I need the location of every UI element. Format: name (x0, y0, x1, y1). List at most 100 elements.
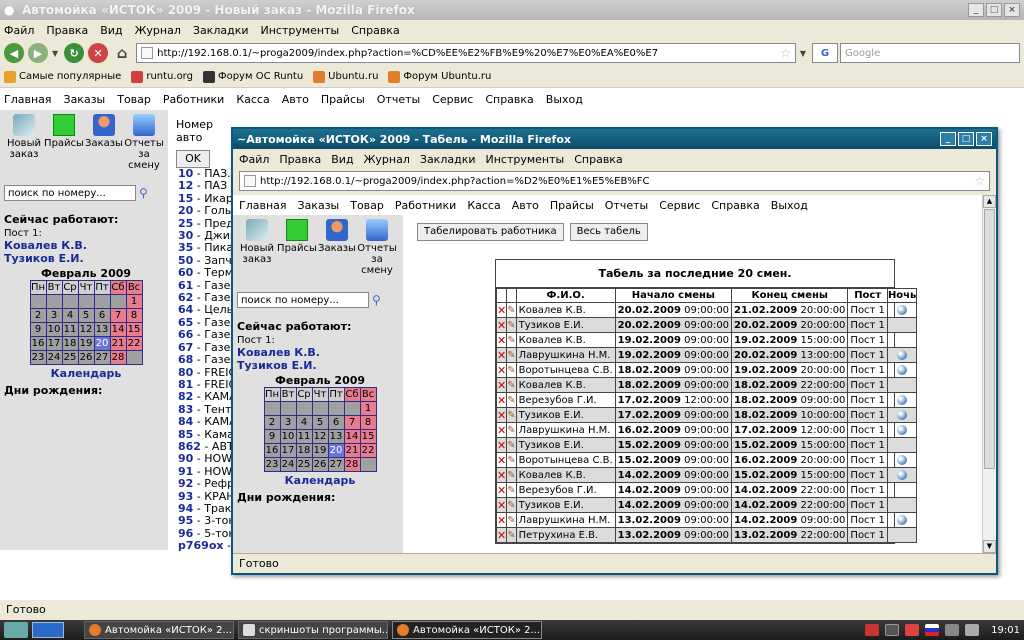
tabel-worker-button[interactable]: Табелировать работника (417, 223, 564, 241)
calendar-day[interactable]: 15 (125, 322, 143, 337)
calendar-day[interactable]: 6 (327, 415, 345, 430)
taskbar-item[interactable]: Автомойка «ИСТОК» 2... (392, 621, 542, 639)
calendar-day[interactable]: 28 (109, 350, 127, 365)
tool-button[interactable]: Новый заказ (237, 219, 277, 276)
delete-icon[interactable]: ✕ (497, 394, 506, 407)
menu-item[interactable]: Закладки (193, 24, 249, 37)
calendar-day[interactable]: 27 (327, 457, 345, 472)
site-menu-item[interactable]: Справка (711, 199, 759, 212)
menu-item[interactable]: Журнал (364, 153, 410, 166)
keyboard-layout-icon[interactable] (925, 624, 940, 636)
calendar-day[interactable]: 5 (311, 415, 329, 430)
calendar-day[interactable]: 23 (263, 457, 281, 472)
site-menu-item[interactable]: Справка (485, 93, 533, 106)
site-menu-item[interactable]: Прайсы (550, 199, 594, 212)
car-list-item[interactable]: 10 - ПАЗ. Ч (178, 168, 234, 180)
tray-window-icon[interactable] (885, 624, 900, 636)
calendar-day[interactable]: 12 (77, 322, 95, 337)
calendar-day[interactable]: 14 (109, 322, 127, 337)
menu-item[interactable]: Инструменты (486, 153, 565, 166)
delete-icon[interactable]: ✕ (497, 439, 506, 452)
calendar-link[interactable]: Календарь (237, 474, 403, 487)
car-list-item[interactable]: 61 - Газель (178, 280, 234, 292)
menu-item[interactable]: Журнал (135, 24, 181, 37)
site-menu-item[interactable]: Прайсы (321, 93, 365, 106)
calendar-day[interactable]: 15 (359, 429, 377, 444)
edit-pencil-icon[interactable]: ✎ (507, 515, 515, 526)
car-list-item[interactable]: 91 - HOWO (178, 466, 234, 478)
calendar-day[interactable]: 8 (359, 415, 377, 430)
close-button[interactable]: × (976, 132, 992, 146)
site-menu-item[interactable]: Работники (395, 199, 456, 212)
car-list-item[interactable]: 64 - Цельн (178, 304, 234, 316)
delete-icon[interactable]: ✕ (497, 454, 506, 467)
search-icon[interactable]: ⚲ (372, 293, 381, 307)
bookmark-item[interactable]: runtu.org (131, 70, 193, 83)
edit-pencil-icon[interactable]: ✎ (507, 320, 515, 331)
calendar-day[interactable]: 21 (109, 336, 127, 351)
calendar-day[interactable]: 7 (109, 308, 127, 323)
delete-icon[interactable]: ✕ (497, 304, 506, 317)
tool-button[interactable]: Отчеты за смену (124, 114, 164, 171)
number-search-input[interactable]: поиск по номеру... (237, 292, 369, 308)
bookmark-item[interactable]: Ubuntu.ru (313, 70, 378, 83)
edit-pencil-icon[interactable]: ✎ (507, 335, 515, 346)
car-list-item[interactable]: 862 - АВТО (178, 441, 234, 453)
car-list-item[interactable]: 50 - Запча (178, 255, 234, 267)
delete-icon[interactable]: ✕ (497, 529, 506, 542)
calendar-day[interactable]: 18 (295, 443, 313, 458)
reload-icon[interactable]: ↻ (64, 43, 85, 63)
history-dropdown-icon[interactable]: ▼ (52, 49, 58, 58)
edit-pencil-icon[interactable]: ✎ (507, 410, 515, 421)
volume-icon[interactable] (965, 624, 980, 636)
scroll-up-icon[interactable]: ▲ (983, 195, 996, 208)
bg-titlebar[interactable]: ● Автомойка «ИСТОК» 2009 - Новый заказ -… (0, 0, 1024, 20)
site-menu-item[interactable]: Авто (282, 93, 309, 106)
delete-icon[interactable]: ✕ (497, 334, 506, 347)
calendar-day[interactable]: 18 (61, 336, 79, 351)
menu-item[interactable]: Вид (331, 153, 353, 166)
tray-alert-icon[interactable] (905, 624, 920, 636)
calendar-day[interactable]: 26 (311, 457, 329, 472)
close-button[interactable]: × (1004, 3, 1020, 17)
menu-item[interactable]: Справка (351, 24, 399, 37)
web-search-input[interactable]: Google (840, 43, 1020, 63)
edit-pencil-icon[interactable]: ✎ (507, 485, 515, 496)
number-search-input[interactable]: поиск по номеру... (4, 185, 136, 201)
edit-pencil-icon[interactable]: ✎ (507, 455, 515, 466)
car-list-item[interactable]: 15 - Икару (178, 193, 234, 205)
ok-button[interactable]: OK (176, 150, 210, 168)
car-list-item[interactable]: 96 - 5-тонни (178, 528, 234, 540)
site-menu-item[interactable]: Выход (771, 199, 808, 212)
calendar-day[interactable]: 16 (263, 443, 281, 458)
delete-icon[interactable]: ✕ (497, 349, 506, 362)
calendar-day[interactable]: 10 (45, 322, 63, 337)
site-menu-item[interactable]: Заказы (298, 199, 340, 212)
car-list-item[interactable]: 80 - FREIG (178, 367, 234, 379)
site-menu-item[interactable]: Работники (163, 93, 224, 106)
vertical-scrollbar[interactable]: ▲ ▼ (982, 195, 996, 553)
stop-icon[interactable]: ✕ (88, 43, 109, 63)
taskbar-item[interactable]: скриншоты программы... (238, 621, 388, 639)
maximize-button[interactable]: □ (986, 3, 1002, 17)
minimize-button[interactable]: _ (968, 3, 984, 17)
calendar-day[interactable]: 11 (295, 429, 313, 444)
edit-pencil-icon[interactable]: ✎ (507, 530, 515, 541)
calendar-day[interactable]: 2 (263, 415, 281, 430)
menu-item[interactable]: Файл (239, 153, 269, 166)
car-list-item[interactable]: 12 - ПАЗ Д (178, 180, 234, 192)
car-list-item[interactable]: 83 - Тент, Т (178, 404, 234, 416)
edit-pencil-icon[interactable]: ✎ (507, 500, 515, 511)
calendar-day[interactable]: 16 (29, 336, 47, 351)
url-bar[interactable]: http://192.168.0.1/~proga2009/index.php?… (239, 171, 990, 191)
car-list-item[interactable]: 92 - Рефри (178, 478, 234, 490)
start-menu-icon[interactable] (4, 622, 28, 638)
bookmark-item[interactable]: Самые популярные (4, 70, 121, 83)
calendar-day[interactable]: 7 (343, 415, 361, 430)
taskbar-item[interactable]: Автомойка «ИСТОК» 2... (84, 621, 234, 639)
calendar-day[interactable]: 8 (125, 308, 143, 323)
site-menu-item[interactable]: Сервис (659, 199, 700, 212)
calendar-day[interactable]: 19 (311, 443, 329, 458)
site-menu-item[interactable]: Сервис (432, 93, 473, 106)
calendar-day[interactable]: 22 (359, 443, 377, 458)
